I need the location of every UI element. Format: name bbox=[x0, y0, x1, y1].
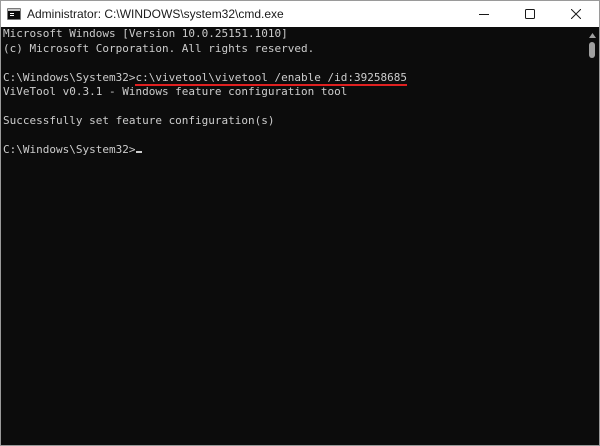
highlighted-command: c:\vivetool\vivetool /enable /id:3925868… bbox=[135, 70, 407, 86]
console-line: Microsoft Windows [Version 10.0.25151.10… bbox=[3, 27, 288, 40]
vertical-scrollbar[interactable] bbox=[585, 27, 599, 445]
close-button[interactable] bbox=[553, 1, 599, 27]
scrollbar-thumb[interactable] bbox=[589, 42, 595, 58]
chevron-up-icon bbox=[588, 32, 596, 38]
minimize-button[interactable] bbox=[461, 1, 507, 27]
console-line: (c) Microsoft Corporation. All rights re… bbox=[3, 41, 315, 55]
console-output[interactable]: Microsoft Windows [Version 10.0.25151.10… bbox=[1, 27, 585, 445]
window-title: Administrator: C:\WINDOWS\system32\cmd.e… bbox=[27, 7, 284, 21]
minimize-icon bbox=[479, 14, 489, 15]
close-icon bbox=[571, 9, 581, 19]
cmd-icon[interactable] bbox=[7, 8, 21, 20]
text-cursor bbox=[136, 151, 143, 153]
scroll-up-button[interactable] bbox=[585, 29, 599, 41]
window-controls bbox=[461, 1, 599, 27]
prompt: C:\Windows\System32> bbox=[3, 70, 136, 84]
current-prompt-line[interactable]: C:\Windows\System32> bbox=[3, 143, 585, 158]
prompt: C:\Windows\System32> bbox=[3, 143, 136, 156]
console-line: Successfully set feature configuration(s… bbox=[3, 114, 275, 127]
cmd-window: Administrator: C:\WINDOWS\system32\cmd.e… bbox=[0, 0, 600, 446]
maximize-icon bbox=[525, 9, 535, 19]
console-line: ViVeTool v0.3.1 - Windows feature config… bbox=[3, 85, 348, 98]
command-line: C:\Windows\System32>c:\vivetool\vivetool… bbox=[3, 70, 585, 86]
title-bar[interactable]: Administrator: C:\WINDOWS\system32\cmd.e… bbox=[1, 1, 599, 27]
maximize-button[interactable] bbox=[507, 1, 553, 27]
